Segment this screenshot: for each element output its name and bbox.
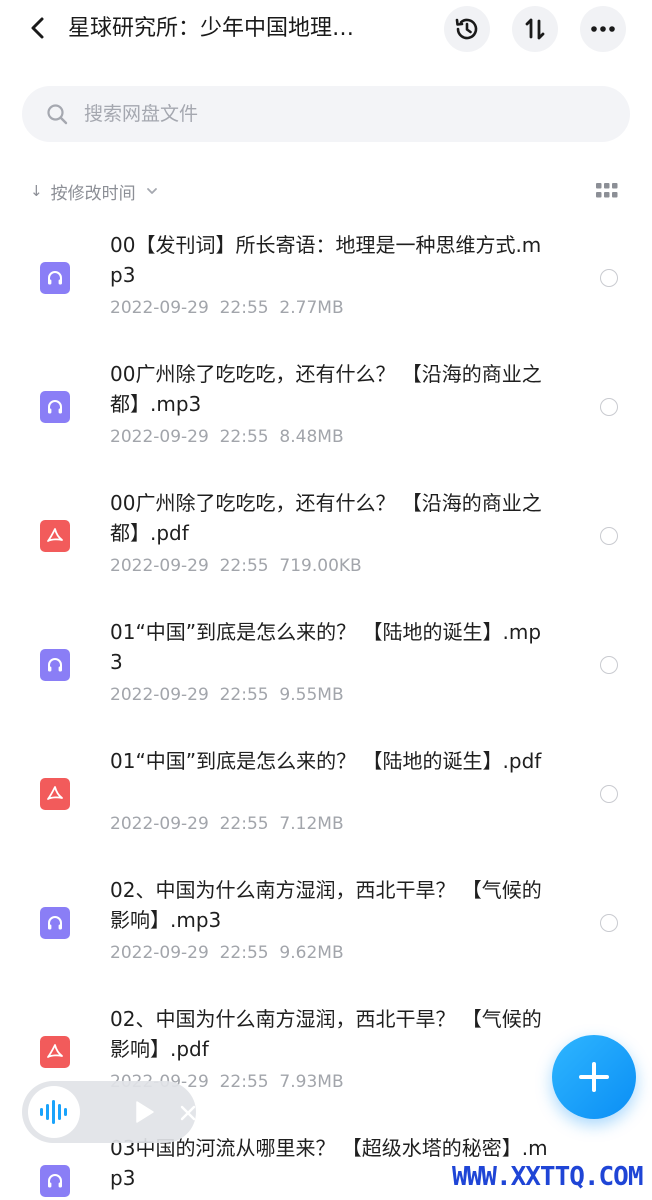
file-name: 00【发刊词】所长寄语：地理是一种思维方式.mp3 [110, 233, 542, 287]
audio-wave-button[interactable] [28, 1086, 80, 1138]
file-date: 2022-09-29 [110, 685, 209, 705]
search-icon [47, 104, 68, 125]
file-size: 8.48MB [279, 427, 344, 447]
file-meta: 2022-09-29 22:55 8.48MB [110, 427, 344, 447]
file-name: 02、中国为什么南方湿润，西北干旱？ 【气候的影响】.mp3 [110, 878, 542, 932]
sort-label: 按修改时间 [50, 183, 136, 204]
file-row[interactable]: 00广州除了吃吃吃，还有什么？ 【沿海的商业之都】.pdf 2022-09-29… [0, 480, 652, 609]
file-row[interactable]: 00【发刊词】所长寄语：地理是一种思维方式.mp3 2022-09-29 22:… [0, 222, 652, 351]
file-name: 02、中国为什么南方湿润，西北干旱？ 【气候的影响】.pdf [110, 1007, 542, 1061]
file-size: 7.12MB [279, 814, 344, 834]
chevron-left-icon [31, 17, 44, 39]
search-bar[interactable] [22, 86, 630, 142]
select-checkbox[interactable] [600, 269, 618, 287]
mini-audio-player [22, 1081, 196, 1143]
search-input[interactable] [84, 103, 564, 125]
header: 星球研究所：少年中国地理… [0, 0, 652, 58]
sort-arrows-icon [525, 18, 545, 40]
select-checkbox[interactable] [600, 656, 618, 674]
headphones-icon [40, 262, 70, 294]
file-size: 719.00KB [279, 556, 362, 576]
file-row[interactable]: 02、中国为什么南方湿润，西北干旱？ 【气候的影响】.mp3 2022-09-2… [0, 867, 652, 996]
plus-icon [579, 1062, 609, 1092]
file-time: 22:55 [219, 556, 269, 576]
file-time: 22:55 [219, 814, 269, 834]
file-time: 22:55 [219, 1072, 269, 1092]
close-icon[interactable] [178, 1103, 198, 1123]
headphones-icon [40, 649, 70, 681]
play-icon[interactable] [132, 1100, 156, 1124]
file-meta: 2022-09-29 22:55 7.12MB [110, 814, 344, 834]
file-date: 2022-09-29 [110, 814, 209, 834]
back-button[interactable] [22, 12, 54, 44]
more-dots-icon [591, 26, 615, 32]
page-title: 星球研究所：少年中国地理… [68, 16, 355, 41]
file-size: 9.55MB [279, 685, 344, 705]
select-checkbox[interactable] [600, 785, 618, 803]
file-date: 2022-09-29 [110, 427, 209, 447]
file-time: 22:55 [219, 298, 269, 318]
file-time: 22:55 [219, 943, 269, 963]
add-button[interactable] [552, 1035, 636, 1119]
file-time: 22:55 [219, 427, 269, 447]
file-date: 2022-09-29 [110, 298, 209, 318]
sort-button[interactable] [512, 6, 558, 52]
file-size: 2.77MB [279, 298, 344, 318]
file-name: 00广州除了吃吃吃，还有什么？ 【沿海的商业之都】.mp3 [110, 362, 542, 416]
sort-direction-icon: ↓ [30, 182, 43, 200]
file-meta: 2022-09-29 22:55 2.77MB [110, 298, 344, 318]
select-checkbox[interactable] [600, 398, 618, 416]
audio-wave-icon [40, 1100, 67, 1124]
file-row[interactable]: 01“中国”到底是怎么来的？ 【陆地的诞生】.pdf 2022-09-29 22… [0, 738, 652, 867]
file-meta: 2022-09-29 22:55 9.62MB [110, 943, 344, 963]
pdf-icon [40, 520, 70, 552]
history-button[interactable] [444, 6, 490, 52]
file-date: 2022-09-29 [110, 556, 209, 576]
grid-view-icon[interactable] [596, 183, 618, 199]
sort-selector[interactable]: ↓ 按修改时间 [30, 176, 158, 206]
file-browser-screen: 星球研究所：少年中国地理… 搜索网盘文件 ↓ 按修改时间 00【发刊词】所长寄语… [0, 0, 652, 1200]
file-name: 00广州除了吃吃吃，还有什么？ 【沿海的商业之都】.pdf [110, 491, 542, 545]
headphones-icon [40, 907, 70, 939]
file-size: 9.62MB [279, 943, 344, 963]
file-row[interactable]: 00广州除了吃吃吃，还有什么？ 【沿海的商业之都】.mp3 2022-09-29… [0, 351, 652, 480]
file-name: 01“中国”到底是怎么来的？ 【陆地的诞生】.mp3 [110, 620, 542, 674]
file-date: 2022-09-29 [110, 943, 209, 963]
clock-history-icon [455, 18, 478, 40]
file-name: 01“中国”到底是怎么来的？ 【陆地的诞生】.pdf [110, 749, 542, 773]
pdf-icon [40, 1036, 70, 1068]
select-checkbox[interactable] [600, 914, 618, 932]
file-meta: 2022-09-29 22:55 9.55MB [110, 685, 344, 705]
file-size: 7.93MB [279, 1072, 344, 1092]
watermark: WWW.XXTTQ.COM [452, 1162, 643, 1192]
headphones-icon [40, 1165, 70, 1197]
select-checkbox[interactable] [600, 527, 618, 545]
file-time: 22:55 [219, 685, 269, 705]
headphones-icon [40, 391, 70, 423]
file-meta: 2022-09-29 22:55 719.00KB [110, 556, 362, 576]
chevron-down-icon [146, 188, 157, 194]
file-row[interactable]: 01“中国”到底是怎么来的？ 【陆地的诞生】.mp3 2022-09-29 22… [0, 609, 652, 738]
more-button[interactable] [580, 6, 626, 52]
pdf-icon [40, 778, 70, 810]
